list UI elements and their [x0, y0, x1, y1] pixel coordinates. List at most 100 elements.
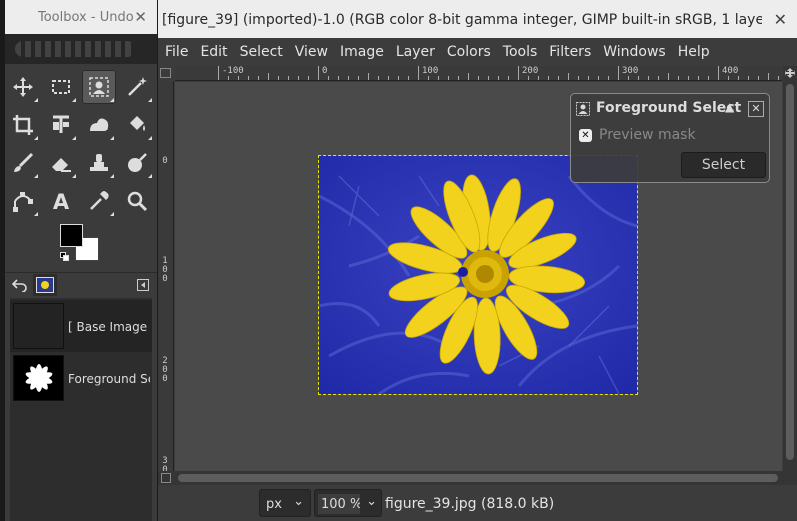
bucket-fill-tool-icon	[130, 116, 145, 131]
ruler-tick	[318, 66, 319, 80]
ruler-tick	[638, 76, 639, 80]
dock-menu-icon[interactable]	[131, 274, 155, 296]
toolbox-window: Toolbox - Undo ✕ A [ Base Image ] Foregr…	[0, 0, 157, 521]
ruler-tick	[718, 66, 719, 80]
ruler-tick	[478, 76, 479, 80]
file-info: figure_39.jpg (818.0 kB)	[385, 496, 555, 512]
vertical-scrollbar-thumb[interactable]	[786, 84, 794, 460]
menu-layer[interactable]: Layer	[396, 44, 435, 60]
ruler-tick	[558, 76, 559, 80]
text-tool-icon: A	[53, 190, 70, 213]
menu-view[interactable]: View	[295, 44, 328, 60]
move-tool-button[interactable]	[6, 70, 40, 104]
image-window: [figure_39] (imported)-1.0 (RGB color 8-…	[158, 0, 797, 521]
zoom-selector[interactable]: ⌄	[314, 489, 382, 517]
horizontal-ruler[interactable]: -100 0 100 200 300 400	[175, 66, 782, 81]
preview-mask-checkbox[interactable]: ✕	[579, 129, 592, 142]
menu-file[interactable]: File	[165, 44, 188, 60]
unit-selector[interactable]: px ⌄	[259, 489, 311, 517]
ruler-tick	[658, 76, 659, 80]
vertical-ruler[interactable]: 0 100 200 300	[158, 81, 174, 471]
horizontal-scrollbar[interactable]	[158, 471, 797, 485]
menu-select[interactable]: Select	[240, 44, 283, 60]
flower-photo	[319, 156, 637, 394]
align-tool-button[interactable]	[44, 108, 78, 142]
ruler-tick	[398, 76, 399, 80]
fuzzy-select-tool-button[interactable]	[120, 70, 154, 104]
crop-tool-button[interactable]	[6, 108, 40, 142]
ruler-tick	[778, 76, 779, 80]
menu-edit[interactable]: Edit	[200, 44, 227, 60]
tool-group-indicator	[34, 212, 38, 216]
menu-help[interactable]: Help	[678, 44, 710, 60]
tool-group-indicator	[148, 174, 152, 178]
fuzzy-select-tool-icon	[128, 77, 147, 96]
horizontal-scrollbar-thumb[interactable]	[178, 474, 778, 482]
ruler-tick	[238, 76, 239, 80]
foreground-select-tool-button[interactable]	[82, 70, 116, 104]
ruler-tick	[618, 66, 619, 80]
tool-group-indicator	[72, 136, 76, 140]
foreground-select-icon	[576, 102, 590, 116]
vertical-scrollbar[interactable]	[783, 66, 797, 471]
quick-mask-icon[interactable]	[161, 473, 171, 483]
default-colors-icon[interactable]	[60, 252, 69, 261]
clone-tool-button[interactable]	[82, 146, 116, 180]
ruler-tick	[698, 76, 699, 80]
image-canvas-photo[interactable]	[318, 155, 638, 395]
menu-image[interactable]: Image	[340, 44, 384, 60]
clone-tool-icon	[90, 154, 108, 171]
tool-group-indicator	[148, 136, 152, 140]
paintbrush-tool-button[interactable]	[6, 146, 40, 180]
zoom-input[interactable]	[318, 494, 360, 514]
quick-mask-toggle[interactable]	[160, 68, 171, 78]
foreground-color-swatch[interactable]	[60, 224, 83, 247]
toolbox-title: Toolbox - Undo	[38, 10, 134, 25]
select-button[interactable]: Select	[681, 152, 766, 178]
warp-tool-button[interactable]	[82, 108, 116, 142]
menu-filters[interactable]: Filters	[549, 44, 591, 60]
rect-select-tool-icon	[52, 80, 70, 94]
ruler-tick	[728, 76, 729, 80]
tool-group-indicator	[110, 136, 114, 140]
tool-group-indicator	[110, 98, 114, 102]
menu-windows[interactable]: Windows	[603, 44, 666, 60]
image-tab-icon[interactable]	[33, 274, 57, 296]
paths-tool-button[interactable]	[6, 184, 40, 218]
menu-tools[interactable]: Tools	[503, 44, 538, 60]
dialog-close-icon[interactable]: ✕	[748, 101, 764, 117]
eraser-tool-button[interactable]	[44, 146, 78, 180]
undo-history-tab-icon[interactable]	[8, 274, 32, 296]
ruler-label: 0	[162, 156, 168, 166]
tool-group-indicator	[34, 174, 38, 178]
zoom-tool-button[interactable]	[120, 184, 154, 218]
collapse-arrow-icon[interactable]: ▲	[725, 100, 734, 114]
wilber-drop-area	[5, 34, 157, 64]
history-item-label: [ Base Image ]	[68, 320, 150, 334]
history-item-base-image[interactable]: [ Base Image ]	[10, 300, 152, 352]
rect-select-tool-button[interactable]	[44, 70, 78, 104]
ruler-tick	[528, 76, 529, 80]
ruler-tick	[588, 76, 589, 80]
ruler-tick	[738, 76, 739, 80]
image-window-close-icon[interactable]: ✕	[774, 10, 787, 29]
menu-colors[interactable]: Colors	[447, 44, 491, 60]
ruler-label: 300	[622, 66, 639, 76]
desktop-edge	[0, 0, 5, 521]
navigate-icon[interactable]	[785, 68, 795, 78]
chevron-down-icon: ⌄	[366, 494, 377, 509]
toolbox-close-icon[interactable]: ✕	[134, 8, 147, 26]
undo-history-list: [ Base Image ] Foreground Se	[10, 298, 152, 521]
color-picker-tool-button[interactable]	[82, 184, 116, 218]
text-tool-button[interactable]: A	[44, 184, 78, 218]
history-item-foreground-select[interactable]: Foreground Se	[10, 352, 152, 404]
ruler-tick	[328, 76, 329, 80]
toolbox-titlebar: Toolbox - Undo ✕	[5, 0, 157, 34]
tool-group-indicator	[72, 98, 76, 102]
ruler-tick	[338, 76, 339, 80]
foreground-select-tool-icon	[89, 77, 109, 97]
bucket-fill-tool-button[interactable]	[120, 108, 154, 142]
tool-group-indicator	[110, 212, 114, 216]
ruler-tick	[748, 76, 749, 80]
smudge-tool-button[interactable]	[120, 146, 154, 180]
